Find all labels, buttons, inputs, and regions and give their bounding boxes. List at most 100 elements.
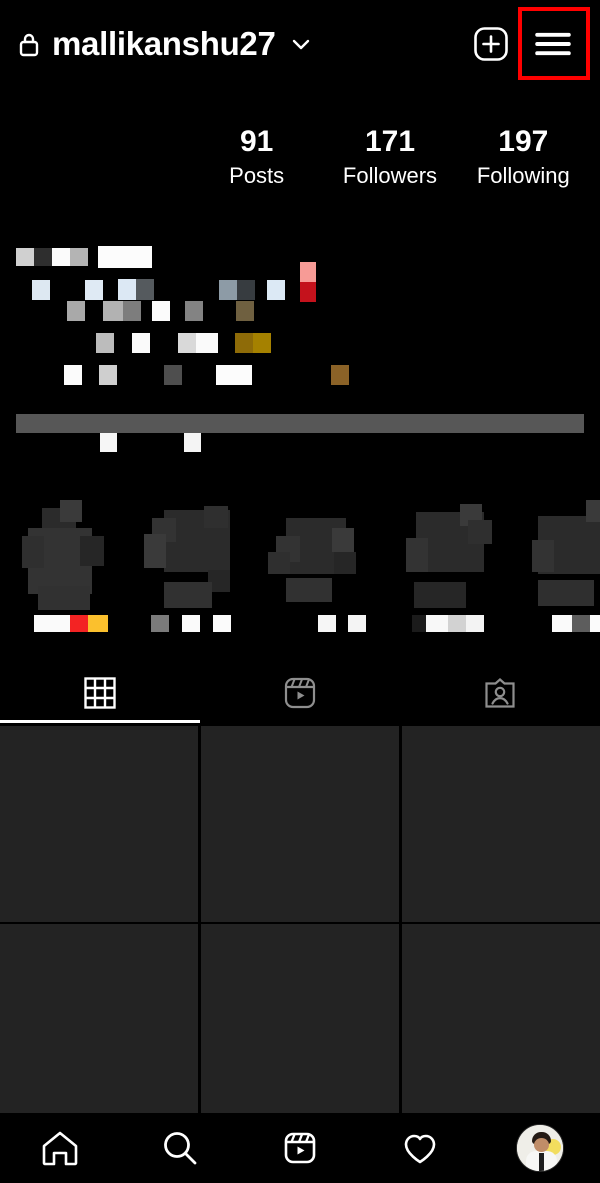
redacted-pixel-block: [286, 578, 332, 602]
redacted-pixel-block: [184, 433, 201, 452]
redacted-pixel-block: [268, 552, 290, 574]
redacted-pixel-block: [331, 365, 349, 385]
redacted-pixel-block: [235, 333, 253, 353]
redacted-pixel-block: [204, 506, 228, 528]
redacted-pixel-block: [123, 301, 141, 321]
redacted-pixel-block: [237, 280, 255, 300]
redacted-pixel-block: [38, 586, 90, 610]
redacted-pixel-block: [152, 301, 170, 321]
following-label: Following: [476, 163, 570, 188]
instagram-profile-screen: mallikanshu27 91 Posts 171 Followers 197…: [0, 0, 600, 1183]
tab-grid[interactable]: [0, 664, 200, 722]
redacted-pixel-block: [538, 580, 594, 606]
redacted-pixel-block: [70, 615, 88, 632]
redacted-pixel-block: [466, 615, 484, 632]
story-highlights-row[interactable]: [0, 486, 600, 636]
bottom-navigation: [0, 1113, 600, 1183]
redacted-pixel-block: [34, 615, 70, 632]
username-group[interactable]: mallikanshu27: [18, 25, 312, 63]
redacted-pixel-block: [80, 536, 104, 566]
redacted-pixel-block: [151, 615, 169, 632]
redacted-pixel-block: [136, 279, 154, 300]
following-count: 197: [498, 125, 549, 158]
story-highlight[interactable]: [260, 486, 380, 636]
story-highlight[interactable]: [518, 486, 600, 636]
header-actions: [472, 19, 582, 69]
redacted-pixel-block: [532, 540, 554, 572]
redacted-pixel-block: [253, 333, 271, 353]
post-thumbnail[interactable]: [201, 924, 399, 1113]
redacted-pixel-block: [426, 615, 448, 632]
post-thumbnail[interactable]: [402, 726, 600, 922]
redacted-pixel-block: [213, 615, 231, 632]
redacted-pixel-block: [144, 534, 166, 568]
redacted-pixel-block: [300, 262, 316, 282]
redacted-pixel-block: [67, 301, 85, 321]
tab-tagged[interactable]: [400, 664, 600, 722]
profile-action-bar-redacted[interactable]: [16, 414, 584, 433]
redacted-pixel-block: [318, 615, 336, 632]
redacted-pixel-block: [64, 365, 82, 385]
post-thumbnail[interactable]: [201, 726, 399, 922]
avatar: [516, 1124, 564, 1172]
redacted-pixel-block: [52, 248, 70, 266]
post-thumbnail[interactable]: [402, 924, 600, 1113]
stat-followers[interactable]: 171 Followers: [323, 125, 456, 191]
nav-reels[interactable]: [240, 1113, 360, 1183]
redacted-pixel-block: [100, 433, 117, 452]
profile-username: mallikanshu27: [52, 25, 276, 62]
redacted-pixel-block: [267, 280, 285, 300]
stat-following[interactable]: 197 Following: [457, 125, 590, 191]
hamburger-menu-icon[interactable]: [528, 19, 578, 69]
redacted-pixel-block: [164, 365, 182, 385]
redacted-pixel-block: [412, 615, 426, 632]
redacted-pixel-block: [96, 333, 114, 353]
tab-reels[interactable]: [200, 664, 400, 722]
redacted-pixel-block: [332, 528, 354, 552]
post-grid: [0, 726, 600, 1113]
redacted-pixel-block: [32, 280, 50, 300]
redacted-pixel-block: [16, 248, 34, 266]
redacted-pixel-block: [34, 248, 52, 266]
redacted-pixel-block: [103, 301, 123, 321]
redacted-pixel-block: [468, 520, 492, 544]
followers-count: 171: [364, 125, 416, 158]
posts-label: Posts: [229, 163, 285, 188]
story-highlight[interactable]: [14, 486, 134, 636]
redacted-pixel-block: [406, 538, 428, 572]
redacted-pixel-block: [236, 301, 254, 321]
redacted-pixel-block: [88, 615, 108, 632]
redacted-pixel-block: [85, 280, 103, 300]
post-thumbnail[interactable]: [0, 726, 198, 922]
redacted-pixel-block: [98, 246, 152, 268]
avatar-tie: [539, 1153, 544, 1171]
redacted-pixel-block: [216, 365, 252, 385]
redacted-pixel-block: [164, 582, 212, 608]
nav-profile[interactable]: [480, 1113, 600, 1183]
redacted-pixel-block: [185, 301, 203, 321]
story-highlight[interactable]: [134, 486, 254, 636]
redacted-pixel-block: [300, 282, 316, 302]
redacted-pixel-block: [590, 615, 600, 632]
redacted-pixel-block: [118, 279, 136, 300]
redacted-pixel-block: [348, 615, 366, 632]
chevron-down-icon[interactable]: [290, 33, 312, 55]
post-thumbnail[interactable]: [0, 924, 198, 1113]
posts-count: 91: [239, 125, 274, 158]
plus-square-icon[interactable]: [472, 25, 510, 63]
story-highlight[interactable]: [390, 486, 510, 636]
redacted-pixel-block: [132, 333, 150, 353]
redacted-pixel-block: [334, 552, 356, 574]
redacted-pixel-block: [219, 280, 237, 300]
redacted-pixel-block: [448, 615, 466, 632]
redacted-pixel-block: [178, 333, 196, 353]
redacted-pixel-block: [586, 500, 600, 522]
nav-activity[interactable]: [360, 1113, 480, 1183]
redacted-pixel-block: [182, 615, 200, 632]
nav-home[interactable]: [0, 1113, 120, 1183]
stat-posts[interactable]: 91 Posts: [190, 125, 323, 191]
lock-icon: [18, 31, 40, 57]
redacted-pixel-block: [414, 582, 466, 608]
nav-search[interactable]: [120, 1113, 240, 1183]
followers-label: Followers: [342, 163, 438, 188]
